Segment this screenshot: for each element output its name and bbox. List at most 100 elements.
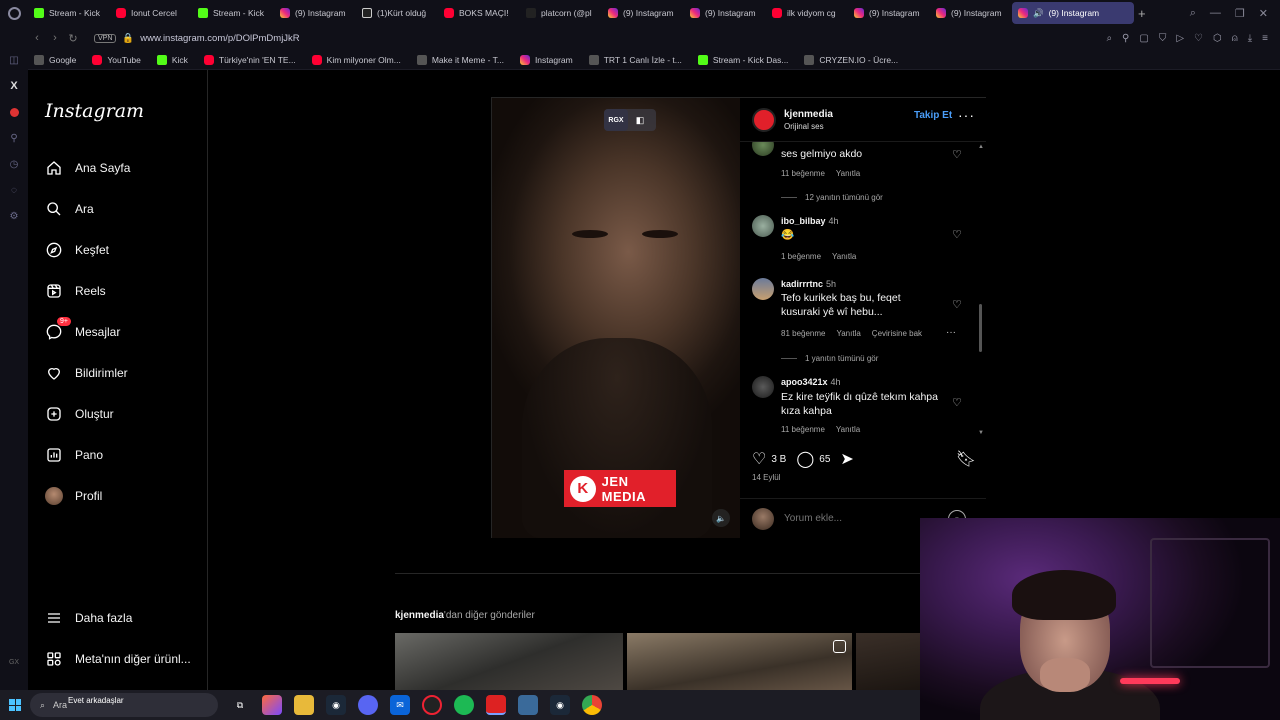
mail-icon[interactable]: ✉: [390, 695, 410, 715]
browser-tab[interactable]: BOKS MAÇI!: [438, 2, 520, 24]
search-icon[interactable]: ⌕: [1106, 33, 1112, 44]
view-replies[interactable]: 12 yanıtın tümünü gör: [781, 193, 883, 202]
bookmark[interactable]: Kim milyoner Olm...: [311, 54, 401, 65]
post-username[interactable]: kjenmedia: [784, 109, 833, 120]
taskbar-search[interactable]: ⌕ Ara Evet arkadaşlar: [30, 693, 218, 717]
shield-icon[interactable]: ⛉: [1159, 33, 1167, 44]
reload-icon[interactable]: ↻: [64, 32, 82, 45]
post-thumbnail[interactable]: [395, 633, 623, 693]
comments-scrollbar[interactable]: ▲ ▼: [978, 144, 984, 438]
opera-gx-icon[interactable]: [422, 695, 442, 715]
follow-button[interactable]: Takip Et: [914, 110, 952, 121]
minimize-icon[interactable]: —: [1210, 7, 1221, 20]
share-button[interactable]: ➤: [840, 449, 853, 469]
avatar[interactable]: [752, 376, 774, 398]
browser-tab[interactable]: (9) Instagram: [930, 2, 1012, 24]
nav-more[interactable]: Daha fazla: [45, 609, 132, 627]
browser-tab[interactable]: (9) Instagram: [274, 2, 356, 24]
pin-icon[interactable]: ⚲: [1122, 33, 1129, 44]
back-icon[interactable]: ‹: [28, 32, 46, 44]
opera-logo-icon[interactable]: [0, 0, 28, 26]
nav-dashboard[interactable]: Pano: [45, 446, 103, 464]
post-thumbnail[interactable]: [856, 633, 920, 693]
settings-icon[interactable]: ⚙: [8, 210, 20, 222]
heart-icon[interactable]: ♡: [1194, 33, 1203, 44]
nav-meta-products[interactable]: Meta'nın diğer ürünl...: [45, 650, 191, 668]
bookmark[interactable]: Kick: [156, 54, 188, 65]
browser-tab[interactable]: Stream - Kick: [28, 2, 110, 24]
search-tabs-icon[interactable]: ⌕: [1190, 7, 1196, 20]
nav-reels[interactable]: Reels: [45, 282, 106, 300]
comment-input[interactable]: [784, 513, 934, 524]
spotify-icon[interactable]: [454, 695, 474, 715]
comment-user[interactable]: apoo3421x 4h: [781, 377, 841, 387]
extensions-icon[interactable]: ⬡: [1213, 33, 1222, 44]
avatar[interactable]: [752, 278, 774, 300]
forward-icon[interactable]: ›: [46, 32, 64, 44]
rgx-overlay[interactable]: RGX ◧: [604, 109, 656, 131]
steam-icon[interactable]: ◉: [326, 695, 346, 715]
file-explorer-icon[interactable]: [294, 695, 314, 715]
avatar[interactable]: [752, 107, 776, 132]
new-tab-button[interactable]: +: [1138, 6, 1146, 21]
browser-tab[interactable]: (9) Instagram: [848, 2, 930, 24]
bookmark[interactable]: Türkiye'nin 'EN TE...: [203, 54, 296, 65]
gx-control-icon[interactable]: ◫: [8, 54, 20, 66]
bookmark[interactable]: CRYZEN.IO - Ücre...: [804, 54, 898, 65]
comments-list[interactable]: ses gelmiyo akdo ♡ 11 beğenme Yanıtla 12…: [740, 142, 986, 438]
url-field[interactable]: www.instagram.com/p/DOlPmDmjJkR: [140, 33, 299, 44]
menu-icon[interactable]: ≡: [1262, 33, 1268, 44]
nav-explore[interactable]: Keşfet: [45, 241, 109, 259]
comment-more-icon[interactable]: ···: [946, 327, 956, 338]
view-replies[interactable]: 1 yanıtın tümünü gör: [781, 354, 878, 363]
browser-tab[interactable]: (9) Instagram: [602, 2, 684, 24]
chrome-icon[interactable]: [582, 695, 602, 715]
scroll-up-icon[interactable]: ▲: [978, 144, 984, 150]
account-icon[interactable]: ⍝: [1232, 33, 1238, 44]
bookmark[interactable]: Make it Meme - T...: [416, 54, 504, 65]
bookmark[interactable]: TRT 1 Canlı İzle - t...: [588, 54, 682, 65]
maximize-icon[interactable]: ❐: [1235, 7, 1245, 20]
vpn-badge[interactable]: VPN: [94, 33, 117, 43]
nav-create[interactable]: Oluştur: [45, 405, 114, 423]
mute-button[interactable]: 🔈: [712, 509, 730, 527]
bookmark[interactable]: Google: [34, 54, 76, 65]
close-icon[interactable]: ✕: [1259, 7, 1268, 20]
comment-button[interactable]: ◯ 65: [796, 449, 830, 469]
opera-active-icon[interactable]: [486, 695, 506, 715]
like-button[interactable]: ♡ 3 B: [752, 449, 786, 469]
discord-icon[interactable]: [358, 695, 378, 715]
download-icon[interactable]: ⤓: [1248, 33, 1252, 44]
snapshot-icon[interactable]: ▢: [1139, 33, 1148, 44]
avatar[interactable]: [752, 215, 774, 237]
bookmark[interactable]: YouTube: [92, 54, 141, 65]
start-button[interactable]: [0, 690, 30, 720]
comment-user[interactable]: kadirrrtnc 5h: [781, 279, 836, 289]
history-icon[interactable]: ◷: [8, 158, 20, 170]
browser-tab[interactable]: ilk vidyom cg: [766, 2, 848, 24]
browser-tab[interactable]: (9) Instagram: [684, 2, 766, 24]
browser-tab[interactable]: Ionut Cercel: [110, 2, 192, 24]
nav-notifications[interactable]: Bildirimler: [45, 364, 128, 382]
steam-icon[interactable]: ◉: [550, 695, 570, 715]
like-comment-icon[interactable]: ♡: [952, 228, 962, 241]
like-comment-icon[interactable]: ♡: [952, 148, 962, 161]
bookmark[interactable]: Instagram: [519, 54, 573, 65]
like-comment-icon[interactable]: ♡: [952, 396, 962, 409]
youtube-music-icon[interactable]: [8, 106, 20, 118]
app-icon[interactable]: [518, 695, 538, 715]
post-thumbnail[interactable]: [627, 633, 852, 693]
more-options-icon[interactable]: ···: [958, 107, 975, 123]
nav-search[interactable]: Ara: [45, 200, 94, 218]
browser-tab[interactable]: platcorn (@pl: [520, 2, 602, 24]
post-video[interactable]: RGX ◧ K JEN MEDIA 🔈: [492, 98, 740, 538]
browser-tab[interactable]: Stream - Kick: [192, 2, 274, 24]
browser-tab-active[interactable]: 🔊 (9) Instagram: [1012, 2, 1134, 24]
avatar[interactable]: [752, 142, 774, 156]
x-icon[interactable]: X: [8, 80, 20, 92]
nav-profile[interactable]: Profil: [45, 487, 102, 505]
play-icon[interactable]: ▷: [1176, 33, 1184, 44]
comment-user[interactable]: ibo_bilbay 4h: [781, 216, 839, 226]
chat-icon[interactable]: ◌: [8, 184, 20, 196]
pin-icon[interactable]: ⚲: [8, 132, 20, 144]
